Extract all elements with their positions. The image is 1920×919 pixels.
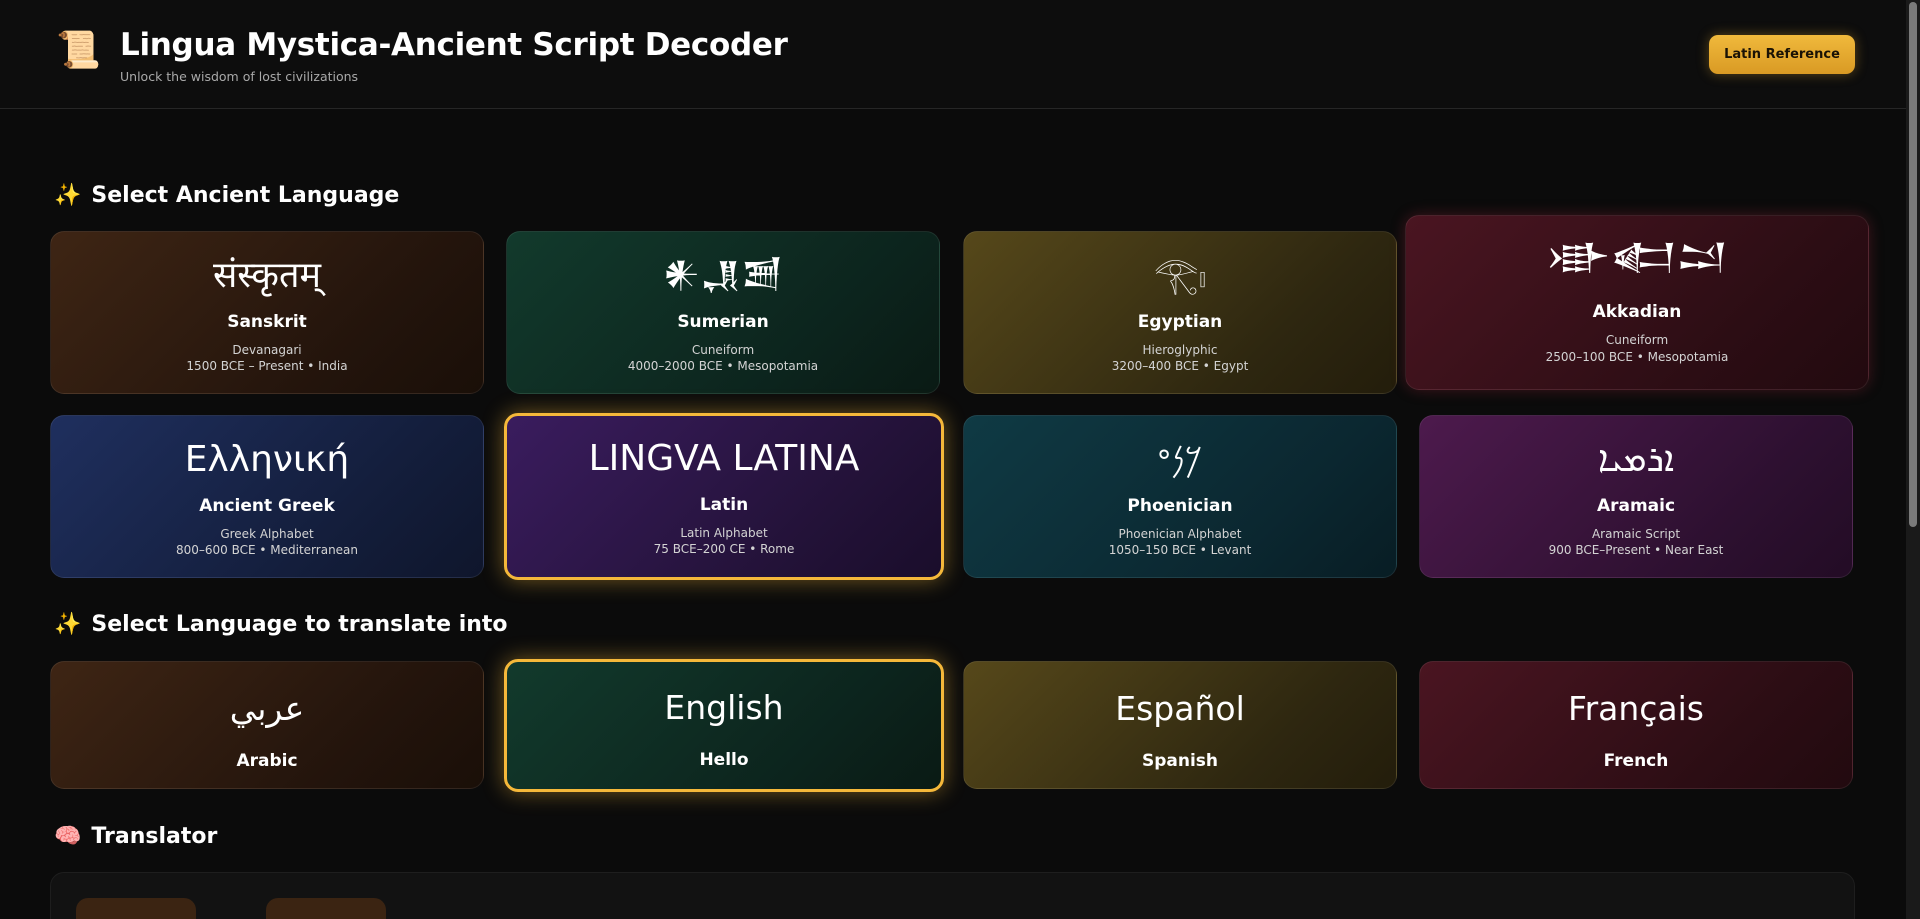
language-card-sumerian[interactable]: 𒀭𒂗𒍪 Sumerian Cuneiform 4000–2000 BCE • M… <box>506 231 940 394</box>
card-system: Devanagari <box>232 343 302 357</box>
language-card-phoenician[interactable]: 𐤊𐤍𐤏 Phoenician Phoenician Alphabet 1050–… <box>963 415 1397 578</box>
sparkle-icon: ✨ <box>54 612 82 637</box>
card-script: 𓂀𓏤 <box>1153 255 1207 296</box>
card-name: Latin <box>699 495 749 515</box>
card-script: 𐤊𐤍𐤏 <box>1157 439 1203 480</box>
app-subtitle: Unlock the wisdom of lost civilizations <box>120 69 359 84</box>
translator-tab[interactable] <box>266 898 386 919</box>
card-name: French <box>1603 751 1669 771</box>
card-era: 1050–150 BCE • Levant <box>1108 543 1252 557</box>
card-era: 75 BCE–200 CE • Rome <box>653 542 795 556</box>
card-script: English <box>664 688 784 727</box>
app-title: Lingua Mystica-Ancient Script Decoder <box>120 27 788 63</box>
scroll-icon: 📜 <box>56 30 101 71</box>
section-title-label: Select Ancient Language <box>91 183 400 208</box>
card-script: LINGVA LATINA <box>588 438 860 479</box>
card-name: Phoenician <box>1127 496 1233 516</box>
language-card-sanskrit[interactable]: संस्कृतम् Sanskrit Devanagari 1500 BCE –… <box>50 231 484 394</box>
translator-tab[interactable] <box>76 898 196 919</box>
card-era: 2500–100 BCE • Mesopotamia <box>1545 350 1729 364</box>
card-name: Egyptian <box>1137 312 1223 332</box>
card-era: 4000–2000 BCE • Mesopotamia <box>627 359 819 373</box>
app-header: 📜 Lingua Mystica-Ancient Script Decoder … <box>0 0 1906 109</box>
language-card-akkadian[interactable]: 𒀝𒅗𒁺 Akkadian Cuneiform 2500–100 BCE • Me… <box>1405 215 1869 390</box>
card-era: 3200–400 BCE • Egypt <box>1111 359 1249 373</box>
card-script: ܐܪܡܝܐ <box>1597 439 1675 480</box>
card-system: Cuneiform <box>1605 333 1669 347</box>
card-system: Cuneiform <box>691 343 755 357</box>
section-title-label: Select Language to translate into <box>91 612 508 637</box>
language-card-latin[interactable]: LINGVA LATINA Latin Latin Alphabet 75 BC… <box>504 413 944 580</box>
latin-reference-button[interactable]: Latin Reference <box>1709 35 1855 74</box>
card-name: Sanskrit <box>227 312 307 332</box>
card-script: Français <box>1567 689 1704 728</box>
language-card-ancient-greek[interactable]: Ελληνική Ancient Greek Greek Alphabet 80… <box>50 415 484 578</box>
card-script: 𒀭𒂗𒍪 <box>662 255 784 296</box>
translator-heading: 🧠 Translator <box>54 824 217 849</box>
brain-icon: 🧠 <box>54 824 82 849</box>
scrollbar-thumb[interactable] <box>1909 2 1917 527</box>
target-card-arabic[interactable]: عربي Arabic <box>50 661 484 789</box>
select-target-language-heading: ✨ Select Language to translate into <box>54 612 508 637</box>
card-system: Greek Alphabet <box>220 527 314 541</box>
card-name: Arabic <box>236 751 298 771</box>
card-era: 900 BCE–Present • Near East <box>1548 543 1724 557</box>
card-script: عربي <box>229 689 305 728</box>
card-system: Phoenician Alphabet <box>1118 527 1242 541</box>
card-script: Español <box>1115 689 1245 728</box>
language-card-aramaic[interactable]: ܐܪܡܝܐ Aramaic Aramaic Script 900 BCE–Pre… <box>1419 415 1853 578</box>
sparkle-icon: ✨ <box>54 183 82 208</box>
card-name: Ancient Greek <box>199 496 335 516</box>
card-script: 𒀝𒅗𒁺 <box>1546 237 1728 278</box>
card-system: Aramaic Script <box>1591 527 1681 541</box>
card-era: 1500 BCE – Present • India <box>186 359 348 373</box>
target-card-spanish[interactable]: Español Spanish <box>963 661 1397 789</box>
card-system: Latin Alphabet <box>680 526 768 540</box>
card-system: Hieroglyphic <box>1142 343 1218 357</box>
card-name: Sumerian <box>677 312 769 332</box>
target-card-french[interactable]: Français French <box>1419 661 1853 789</box>
card-era: 800–600 BCE • Mediterranean <box>175 543 359 557</box>
card-script: Ελληνική <box>184 439 350 480</box>
card-name: Aramaic <box>1596 496 1676 516</box>
card-name: Hello <box>699 750 749 770</box>
target-card-english[interactable]: English Hello <box>504 659 944 792</box>
card-name: Akkadian <box>1592 302 1682 322</box>
section-title-label: Translator <box>91 824 218 849</box>
select-ancient-language-heading: ✨ Select Ancient Language <box>54 183 399 208</box>
language-card-egyptian[interactable]: 𓂀𓏤 Egyptian Hieroglyphic 3200–400 BCE • … <box>963 231 1397 394</box>
card-name: Spanish <box>1141 751 1219 771</box>
card-script: संस्कृतम् <box>212 255 322 296</box>
